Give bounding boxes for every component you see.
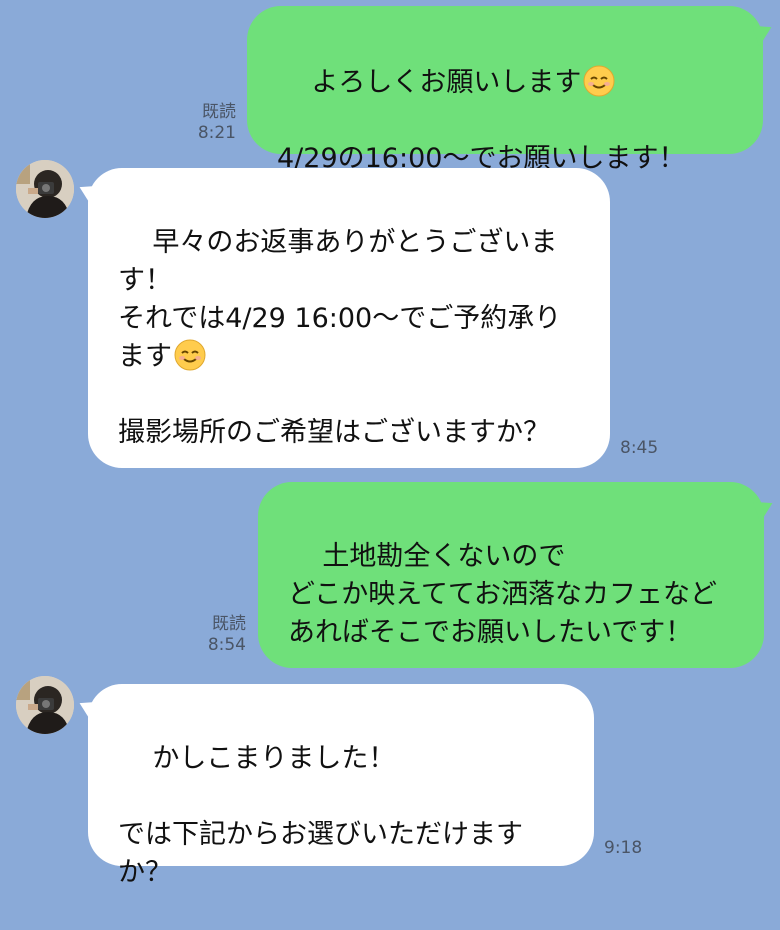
message-1-meta: 既読 8:21 [188, 102, 236, 144]
read-receipt: 既読 [212, 614, 246, 634]
message-4-meta: 9:18 [604, 838, 664, 859]
message-text-continued: 撮影場所のご希望はございますか？ [118, 417, 550, 448]
chat-thread[interactable]: 既読 8:21 よろしくお願いします 4/29の16:00〜でお願いします！ 早… [0, 0, 780, 888]
message-bubble-outgoing[interactable]: 土地勘全くないので どこか映えててお洒落なカフェなどあればそこでお願いしたいです… [258, 482, 764, 668]
timestamp: 8:21 [197, 123, 236, 143]
read-receipt: 既読 [202, 102, 236, 122]
message-bubble-incoming[interactable]: かしこまりました！ では下記からお選びいただけますか？ [88, 684, 594, 888]
sender-avatar[interactable] [16, 676, 74, 734]
timestamp: 8:54 [207, 635, 246, 655]
message-text: かしこまりました！ では下記からお選びいただけますか？ [118, 743, 523, 888]
message-2-meta: 8:45 [620, 438, 680, 459]
message-bubble-outgoing[interactable]: よろしくお願いします 4/29の16:00〜でお願いします！ [247, 6, 763, 174]
timestamp: 9:18 [604, 838, 643, 858]
message-text: よろしくお願いします [311, 67, 582, 98]
message-3-meta: 既読 8:54 [198, 614, 246, 656]
smiling-face-icon [583, 65, 615, 97]
message-text: 土地勘全くないので どこか映えててお洒落なカフェなどあればそこでお願いしたいです… [288, 541, 718, 648]
smiling-face-icon [174, 339, 206, 371]
message-bubble-incoming[interactable]: 早々のお返事ありがとうございます！ それでは4/29 16:00〜でご予約承りま… [88, 168, 610, 468]
timestamp: 8:45 [620, 438, 659, 458]
sender-avatar[interactable] [16, 160, 74, 218]
